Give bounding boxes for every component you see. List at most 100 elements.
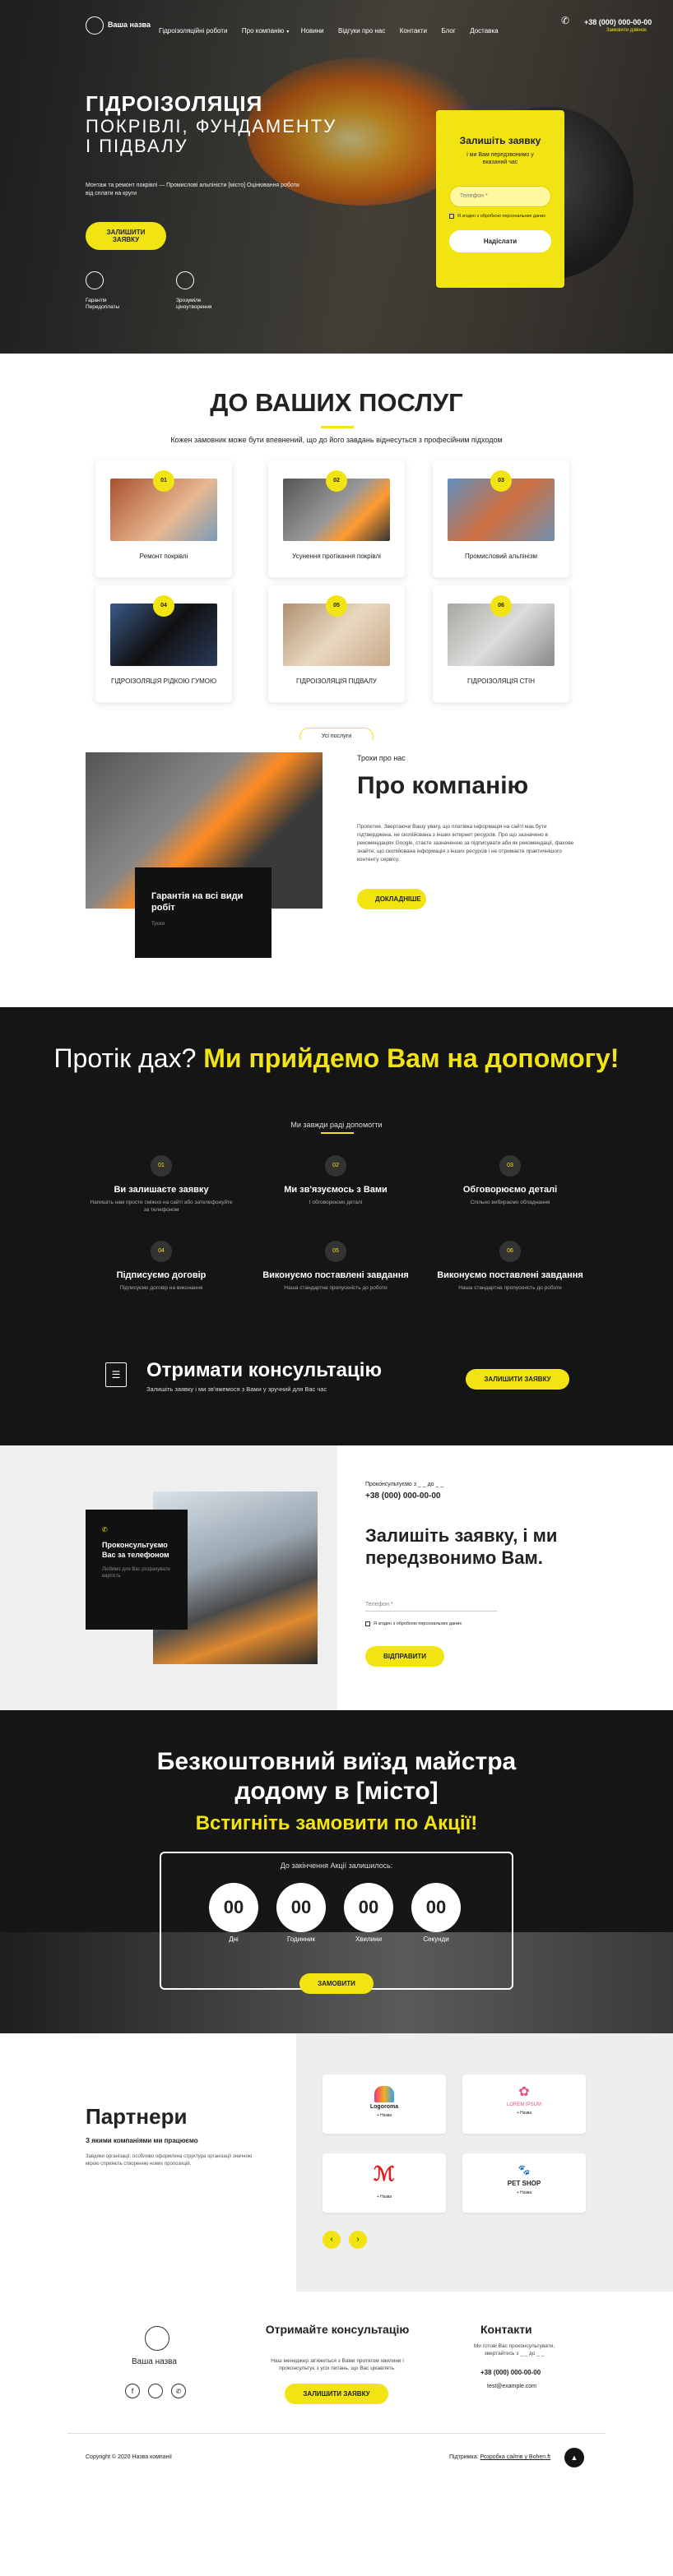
step-desc: Спільно вибираємо обладнання	[470, 1200, 550, 1205]
about-more-button[interactable]: Докладніше	[357, 889, 426, 909]
consult-button[interactable]: ЗАЛИШИТИ ЗАЯВКУ	[466, 1369, 569, 1390]
prev-arrow-icon[interactable]: ‹	[323, 2231, 341, 2249]
timer-value: 00	[209, 1883, 258, 1932]
partner-logo-card[interactable]: ℳ + Назва	[323, 2153, 446, 2213]
services-title: ДО ВАШИХ ПОСЛУГ	[210, 388, 463, 417]
partner-caption: + Назва	[516, 2190, 532, 2195]
promo-order-button[interactable]: ЗАМОВИТИ	[299, 1973, 374, 1994]
partners-text: Завдяки організації, особливо оформлена …	[86, 2154, 253, 2167]
hero-text-2: від сплати на круги	[86, 191, 137, 197]
nav-item[interactable]: Доставка	[470, 27, 498, 35]
chevron-down-icon: ▾	[286, 30, 290, 35]
facebook-icon[interactable]: f	[125, 2384, 140, 2398]
step-item: 02 Ми зв'язуємось з Вами І обговорюємо дет…	[262, 1155, 410, 1206]
step-desc: Наша стандартна пропускність до роботи	[284, 1285, 388, 1291]
service-card[interactable]: 06 ГІДРОІЗОЛЯЦІЯ СТІН	[433, 585, 569, 702]
step-item: 05 Виконуємо поставлені завдання Наша стан…	[262, 1241, 410, 1292]
submit-button[interactable]: Надіслати	[449, 230, 551, 252]
callback-submit-button[interactable]: ВІДПРАВИТИ	[365, 1646, 444, 1667]
nav-item[interactable]: Контакти	[400, 27, 427, 35]
partner-name: LOREM IPSUM	[506, 2102, 541, 2107]
nav-item[interactable]: Гідроізоляційні роботи	[159, 27, 227, 35]
feature-label-2: ціноутворення	[176, 304, 212, 310]
viber-icon[interactable]: ✆	[171, 2384, 186, 2398]
help-title-yellow: Ми прийдемо Вам на допомогу!	[203, 1043, 620, 1073]
all-services-button[interactable]: Усі послуги	[299, 728, 374, 740]
footer-email[interactable]: test@example.com	[487, 2384, 536, 2389]
services-subtitle: Кожен замовник може бути впевнений, що д…	[170, 436, 503, 444]
partners-title: Партнери	[86, 2104, 188, 2129]
footer-logo-text[interactable]: Ваша назва	[132, 2357, 177, 2366]
developer-link[interactable]: Розробка сайтів у Bohen.ft	[480, 2454, 550, 2460]
scroll-up-icon[interactable]: ▲	[564, 2448, 584, 2467]
step-title: Виконуємо поставлені завдання	[437, 1270, 583, 1280]
step-desc: Наша стандартна пропускність до роботи	[458, 1285, 562, 1291]
service-card[interactable]: 04 ГІДРОІЗОЛЯЦІЯ РІДКОЮ ГУМОЮ	[95, 585, 232, 702]
nav-item[interactable]: Про компанію	[242, 27, 284, 35]
timer-unit: Годинник	[286, 1935, 315, 1943]
callback-phone-field[interactable]: Телефон *	[365, 1602, 497, 1612]
feature-label-2: Передоплаты	[86, 304, 120, 310]
nav-item[interactable]: Новини	[301, 27, 324, 35]
next-arrow-icon[interactable]: ›	[349, 2231, 367, 2249]
form-title: Залишіть заявку	[459, 135, 541, 146]
callback-card: ✆ Проконсультуємо Вас за телефоном Любим…	[86, 1510, 188, 1630]
help-subtitle: Ми завжди раді допомогти	[290, 1121, 383, 1129]
help-title: Протік дах? Ми прийдемо Вам на допомогу!	[0, 1040, 673, 1076]
consent-label: Я згоден з обробкою персональних даних	[457, 214, 546, 219]
hero-text: Монтаж та ремонт покрівлі — Промислові а…	[86, 183, 299, 188]
phone-field[interactable]: Телефон *	[449, 186, 551, 207]
consent-checkbox[interactable]	[365, 1621, 370, 1626]
promo-title: Безкоштовний виїзд майстра	[156, 1748, 517, 1775]
pet-shop-icon: 🐾	[518, 2164, 531, 2176]
service-card[interactable]: 02 Усунення протікання покрівлі	[268, 460, 405, 577]
about-kicker: Трохи про нас	[357, 754, 406, 762]
footer-logo-icon[interactable]	[145, 2326, 169, 2351]
title-underline	[321, 1132, 354, 1134]
hero-cta-button[interactable]: ЗАЛИШИТИ ЗАЯВКУ	[86, 222, 166, 250]
main-nav: Гідроізоляційні роботи Про компанію ▾ Нов…	[159, 22, 509, 37]
consult-title: Отримати консультацію	[146, 1359, 382, 1381]
logo-text[interactable]: Ваша назва	[108, 21, 151, 29]
partner-caption: + Назва	[376, 2194, 392, 2199]
partners-subtitle: З якими компаніями ми працюємо	[86, 2137, 198, 2144]
step-item: 04 Підписуємо договір Підписуємо договір н…	[87, 1241, 235, 1292]
logo-icon[interactable]	[86, 16, 104, 35]
nav-item[interactable]: Блог	[441, 27, 455, 35]
service-label: ГІДРОІЗОЛЯЦІЯ ПІДВАЛУ	[296, 678, 377, 685]
feature-label: Гарантія	[86, 298, 107, 303]
step-item: 03 Обговорюємо деталі Спільно вибираємо об…	[436, 1155, 584, 1206]
footer-consult-button[interactable]: ЗАЛИШИТИ ЗАЯВКУ	[285, 2384, 388, 2404]
step-title: Обговорюємо деталі	[462, 1185, 558, 1195]
partner-logo-card[interactable]: ✿ LOREM IPSUM + Назва	[462, 2074, 586, 2134]
consent-checkbox[interactable]	[449, 214, 454, 219]
service-card[interactable]: 05 ГІДРОІЗОЛЯЦІЯ ПІДВАЛУ	[268, 585, 405, 702]
step-title: Ми зв'язуємось з Вами	[284, 1185, 388, 1195]
copyright: Copyright © 2020 Назва компанії	[86, 2454, 172, 2460]
footer-consult-title: Отримайте консультацію	[265, 2323, 410, 2336]
header-phone[interactable]: +38 (000) 000-00-00	[584, 18, 652, 26]
footer-divider	[67, 2433, 606, 2434]
about-section: Гарантія на всі види робіт Трохи Трохи п…	[0, 752, 673, 1036]
service-card[interactable]: 03 Промисловий альпінізм	[433, 460, 569, 577]
step-number: 03	[499, 1155, 521, 1177]
promo-until: До закінчення Акції залишилось:	[280, 1861, 393, 1870]
developer-credit: Підтримка: Розробка сайтів у Bohen.ft	[449, 2454, 550, 2460]
promo-subtitle: Встигніть замовити по Акції!	[195, 1812, 478, 1834]
partner-logo-card[interactable]: Logoroma + Назва	[323, 2074, 446, 2134]
partner-name: Logoroma	[369, 2104, 399, 2110]
callback-link[interactable]: Замовити дзвінок	[606, 28, 647, 33]
instagram-icon[interactable]	[148, 2384, 163, 2398]
service-label: ГІДРОІЗОЛЯЦІЯ СТІН	[466, 678, 536, 685]
footer-contacts-title: Контакти	[480, 2323, 532, 2336]
callback-small: Проконсультуємо з _ _ до _ _	[365, 1482, 444, 1487]
callback-phone[interactable]: +38 (000) 000-00-00	[365, 1491, 440, 1501]
service-card[interactable]: 01 Ремонт покрівлі	[95, 460, 232, 577]
footer-phone[interactable]: +38 (000) 000-00-00	[480, 2369, 541, 2376]
nav-item[interactable]: Відгуки про нас	[338, 27, 385, 35]
guarantee-title: Гарантія на всі види робіт	[151, 891, 244, 913]
partner-logo-card[interactable]: 🐾 PET SHOP + Назва	[462, 2153, 586, 2213]
hero-title: ГІДРОІЗОЛЯЦІЯ	[86, 91, 263, 116]
timer-value: 00	[276, 1883, 326, 1932]
partner-caption: + Назва	[376, 2113, 392, 2118]
